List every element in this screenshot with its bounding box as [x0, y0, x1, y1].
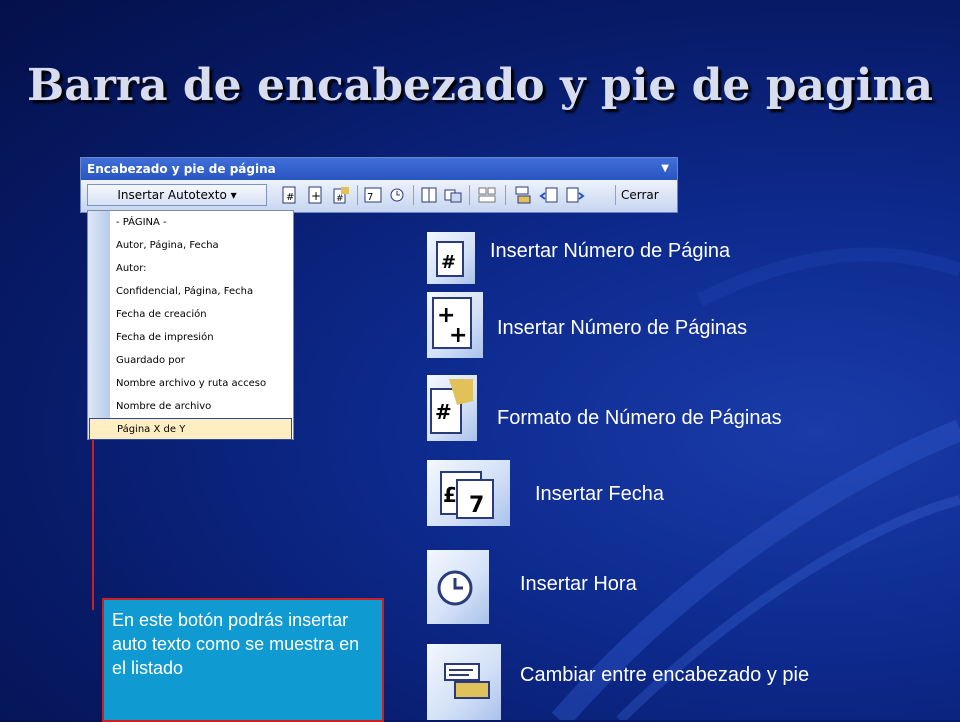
- dropdown-item[interactable]: Nombre archivo y ruta acceso: [116, 373, 266, 395]
- dropdown-item[interactable]: Nombre de archivo: [116, 396, 211, 418]
- switch-header-footer-icon[interactable]: [513, 185, 533, 205]
- legend-label: Insertar Fecha: [535, 483, 664, 505]
- dropdown-gutter: [88, 211, 110, 439]
- svg-text:#: #: [286, 192, 294, 203]
- toolbar-separator: [469, 185, 470, 205]
- time-icon[interactable]: [387, 185, 407, 205]
- svg-text:7: 7: [469, 493, 484, 518]
- dropdown-item[interactable]: - PÁGINA -: [116, 212, 167, 234]
- callout-connector: [92, 440, 94, 610]
- svg-text:#: #: [435, 400, 452, 424]
- toolbar-separator: [505, 185, 506, 205]
- toolbar-separator: [615, 185, 616, 205]
- dropdown-item-selected[interactable]: Página X de Y: [89, 418, 292, 440]
- link-previous-icon[interactable]: [477, 185, 497, 205]
- page-count-icon: + +: [427, 292, 483, 358]
- svg-text:+: +: [449, 323, 467, 348]
- legend-label: Insertar Hora: [520, 573, 637, 595]
- dropdown-item[interactable]: Autor:: [116, 258, 147, 280]
- show-text-icon[interactable]: [443, 185, 463, 205]
- toolbar-body: Insertar Autotexto ▾ # + # 7 Cerrar: [81, 180, 677, 212]
- autotext-dropdown: - PÁGINA - Autor, Página, Fecha Autor: C…: [87, 210, 294, 440]
- page-setup-icon[interactable]: [419, 185, 439, 205]
- legend-label: Insertar Número de Páginas: [497, 317, 748, 339]
- header-footer-toolbar: Encabezado y pie de página ▼ Insertar Au…: [80, 157, 678, 213]
- dropdown-item[interactable]: Confidencial, Página, Fecha: [116, 281, 253, 303]
- toolbar-title-bar: Encabezado y pie de página ▼: [81, 158, 677, 180]
- toolbar-separator: [413, 185, 414, 205]
- legend-label: Formato de Número de Páginas: [497, 407, 782, 429]
- page-format-icon: #: [427, 375, 477, 441]
- page-count-icon[interactable]: +: [305, 185, 325, 205]
- svg-text:#: #: [441, 252, 456, 273]
- toolbar-options-icon[interactable]: ▼: [661, 158, 669, 180]
- toolbar-separator: [357, 185, 358, 205]
- dropdown-item[interactable]: Guardado por: [116, 350, 185, 372]
- toolbar-title: Encabezado y pie de página: [87, 162, 276, 176]
- legend-label: Cambiar entre encabezado y pie: [520, 664, 810, 686]
- date-icon[interactable]: 7: [363, 185, 383, 205]
- time-icon: [427, 550, 489, 624]
- insert-autotext-button[interactable]: Insertar Autotexto ▾: [87, 184, 267, 206]
- dropdown-item[interactable]: Autor, Página, Fecha: [116, 235, 219, 257]
- svg-text:#: #: [336, 194, 344, 204]
- page-number-icon: #: [427, 232, 475, 284]
- dropdown-item[interactable]: Fecha de impresión: [116, 327, 214, 349]
- slide-title: Barra de encabezado y pie de pagina: [27, 60, 933, 111]
- svg-text:+: +: [311, 189, 321, 203]
- legend-label: Insertar Número de Página: [490, 240, 731, 262]
- svg-text:7: 7: [367, 192, 373, 203]
- close-button[interactable]: Cerrar: [621, 185, 659, 205]
- switch-header-footer-icon: [427, 644, 501, 720]
- page-format-icon[interactable]: #: [331, 185, 351, 205]
- date-icon: £7: [427, 460, 510, 526]
- svg-text:£: £: [443, 483, 457, 507]
- dropdown-item[interactable]: Fecha de creación: [116, 304, 207, 326]
- show-previous-icon[interactable]: [539, 185, 559, 205]
- show-next-icon[interactable]: [565, 185, 585, 205]
- autotext-callout: En este botón podrás insertar auto texto…: [102, 598, 384, 722]
- page-number-icon[interactable]: #: [279, 185, 299, 205]
